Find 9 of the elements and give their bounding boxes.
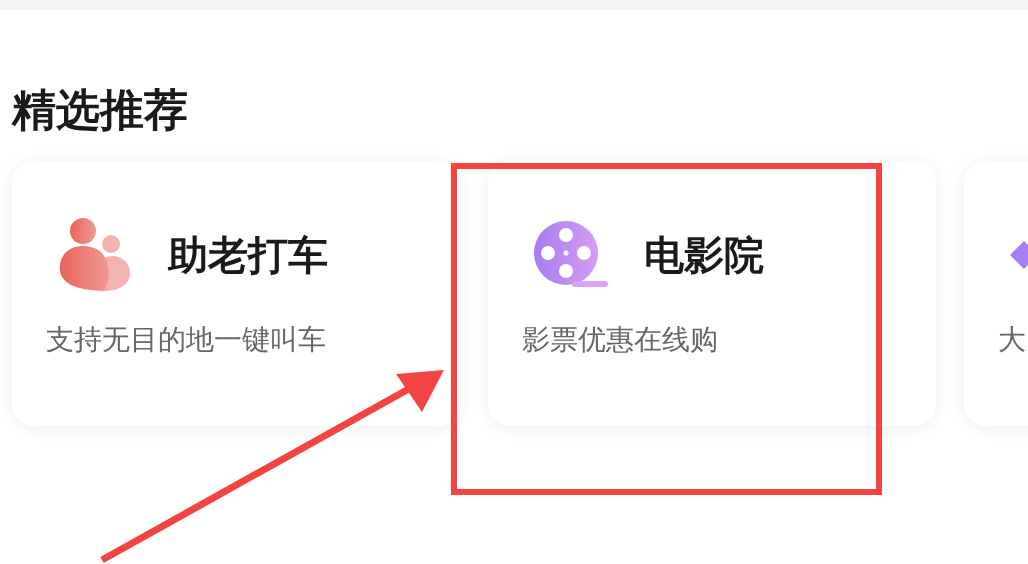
card-title: 助老打车	[168, 231, 328, 280]
section-title: 精选推荐	[12, 83, 189, 137]
feature-card[interactable]: 助老打车 支持无目的地一键叫车	[12, 161, 460, 426]
feature-card[interactable]: 电影院 影票优惠在线购	[488, 161, 936, 426]
card-subtitle: 支持无目的地一键叫车	[46, 322, 327, 358]
card-subtitle: 影票优惠在线购	[522, 322, 719, 358]
feature-card[interactable]: 大	[964, 161, 1028, 426]
card-subtitle: 大	[998, 322, 1027, 358]
card-title: 电影院	[644, 231, 764, 280]
